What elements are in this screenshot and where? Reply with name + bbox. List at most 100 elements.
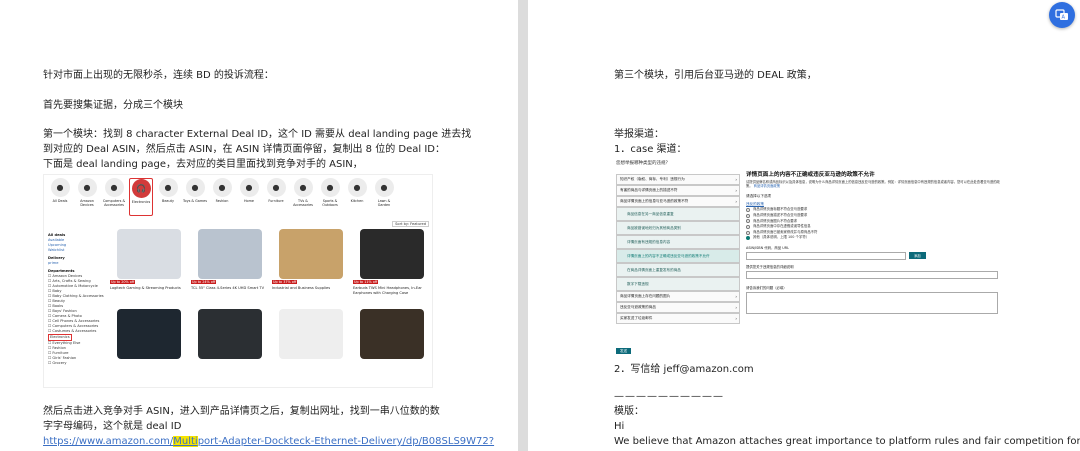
radio-button[interactable] bbox=[746, 230, 750, 235]
policy-section-header: 违反的政策 bbox=[746, 202, 764, 207]
paragraph-module1-step2-line1: 然后点击进入竞争对手 ASIN，进入到产品详情页之后，复制出网址，找到一串八位数… bbox=[43, 406, 440, 417]
product-card[interactable]: Up to 24% off TCL 55" Class 4-Series 4K U… bbox=[191, 229, 268, 305]
category-item[interactable]: ● All Deals bbox=[48, 178, 72, 216]
product-image bbox=[278, 309, 343, 359]
product-card[interactable] bbox=[353, 309, 430, 385]
svg-text:A: A bbox=[1062, 15, 1066, 21]
category-label: Amazon Devices bbox=[80, 199, 94, 207]
category-icon: ● bbox=[239, 178, 259, 197]
template-label: 模版： bbox=[614, 406, 644, 417]
category-item[interactable]: ● Fashion bbox=[210, 178, 234, 216]
issue-field-label: 请告诉我们的问题（必填） bbox=[746, 285, 787, 290]
deal-badge: Up to 11% off bbox=[353, 280, 379, 284]
translate-button[interactable]: A bbox=[1049, 2, 1075, 28]
radio-button[interactable] bbox=[746, 219, 750, 224]
paragraph-evidence: 首先要搜集证据，分成三个模块 bbox=[43, 100, 183, 111]
product-image bbox=[197, 309, 262, 359]
product-card[interactable] bbox=[191, 309, 268, 385]
radio-button[interactable] bbox=[746, 224, 750, 229]
deal-badge: Up to 37% off bbox=[272, 280, 298, 284]
product-card[interactable]: Up to 20% off Logitech Gaming & Streaming… bbox=[110, 229, 187, 305]
category-label: Sports & Outdoors bbox=[322, 199, 338, 207]
radio-button[interactable] bbox=[746, 213, 750, 218]
category-label: Fashion bbox=[215, 199, 229, 203]
violation-menu-item[interactable]: 违反亚马逊政策的商品 › bbox=[616, 302, 740, 313]
filter-item[interactable]: ☐ Grocery bbox=[48, 361, 106, 366]
filter-sidebar: All deals Available Upcoming Watchlist Del… bbox=[48, 233, 106, 366]
asin-field-label: ASIN/ISBN 代码，商品 URL bbox=[746, 245, 790, 250]
category-item[interactable]: ● Beauty bbox=[156, 178, 180, 216]
category-icon: ● bbox=[104, 178, 124, 197]
product-title: Logitech Gaming & Streaming Products bbox=[110, 286, 181, 290]
paragraph-email-channel: 2．写信给 jeff@amazon.com bbox=[614, 364, 754, 375]
category-item[interactable]: ● TVs & Accessories bbox=[291, 178, 315, 216]
product-image bbox=[278, 229, 343, 279]
policy-radio-option[interactable]: 其他（具体说明，上限 100 个字符） bbox=[746, 235, 1006, 241]
category-icon: ● bbox=[212, 178, 232, 197]
product-image bbox=[116, 309, 181, 359]
category-label: Home bbox=[243, 199, 254, 203]
category-label: All Deals bbox=[52, 199, 68, 203]
radio-button[interactable] bbox=[746, 236, 750, 241]
radio-label: 其他（具体说明，上限 100 个字符） bbox=[753, 235, 810, 240]
chevron-right-icon: › bbox=[735, 188, 737, 193]
violation-menu-item[interactable]: 详情页面上的内容不正确或违反亚马逊的政策不允许 bbox=[616, 249, 740, 263]
product-card[interactable] bbox=[272, 309, 349, 385]
filter-electronics-selected: Electronics bbox=[48, 334, 72, 341]
document-page-left: 针对市面上出现的无限秒杀，连续 BD 的投诉流程： 首先要搜集证据，分成三个模块… bbox=[0, 0, 518, 451]
issue-textarea[interactable] bbox=[746, 291, 998, 314]
category-label: Lawn & Garden bbox=[377, 199, 391, 207]
violation-menu-item[interactable]: 详情页面有违规的信息内容 bbox=[616, 235, 740, 249]
category-icon: ● bbox=[266, 178, 286, 197]
product-card[interactable]: Up to 11% off Earbuds TWS Mini Headphones… bbox=[353, 229, 430, 305]
page-gutter bbox=[518, 0, 528, 451]
product-title: Industrial and Business Supplies bbox=[272, 286, 331, 290]
chevron-right-icon: › bbox=[735, 305, 737, 310]
category-icon: ● bbox=[320, 178, 340, 197]
category-icon: ● bbox=[374, 178, 394, 197]
divider-line: —————————— bbox=[614, 391, 724, 402]
category-icon: ● bbox=[185, 178, 205, 197]
category-item[interactable]: ● Lawn & Garden bbox=[372, 178, 396, 216]
product-card[interactable] bbox=[110, 309, 187, 385]
category-label: Toys & Games bbox=[183, 199, 208, 203]
template-body: We believe that Amazon attaches great im… bbox=[614, 436, 1080, 447]
radio-button[interactable] bbox=[746, 208, 750, 213]
add-asin-button[interactable]: 添加 bbox=[909, 252, 926, 260]
product-image bbox=[197, 229, 262, 279]
violation-menu-item[interactable]: 在商品详情页面上重复发布的商品 bbox=[616, 263, 740, 277]
violation-menu-item[interactable]: 知识产权（版权、商标、专利）违规行为 › bbox=[616, 174, 740, 185]
product-title: Earbuds TWS Mini Headphones, In-Ear Earp… bbox=[353, 286, 422, 295]
product-card[interactable]: Up to 37% off Industrial and Business Sup… bbox=[272, 229, 349, 305]
category-item[interactable]: ● Furniture bbox=[264, 178, 288, 216]
category-item[interactable]: ● Kitchen bbox=[345, 178, 369, 216]
submit-button[interactable]: 发送 bbox=[616, 348, 631, 354]
violation-menu-item[interactable]: 商品被错误地划归为其他商品类别 bbox=[616, 221, 740, 235]
product-image bbox=[116, 229, 181, 279]
category-label: Furniture bbox=[268, 199, 284, 203]
category-item[interactable]: ● Computers & Accessories bbox=[102, 178, 126, 216]
asin-input[interactable] bbox=[746, 251, 906, 260]
form-question: 您想举报哪种类型的违规？ bbox=[616, 161, 670, 166]
violation-menu-item[interactable]: 有害的商品与详情页面上的描述不符 › bbox=[616, 185, 740, 196]
explanation-input[interactable] bbox=[746, 270, 998, 279]
paragraph-module1-step2-line2: 字字母编码，这个就是 deal ID bbox=[43, 421, 182, 432]
violation-menu-item[interactable]: 商品信息在另一商品信息重复 bbox=[616, 207, 740, 221]
violation-menu-item[interactable]: 数字下载违规 bbox=[616, 277, 740, 291]
policy-radio-group: 商品详情页面标题不符合亚马逊要求 商品详情页面描述不符合亚马逊要求 商品详情页面图片… bbox=[746, 207, 1006, 241]
category-item[interactable]: ● Sports & Outdoors bbox=[318, 178, 342, 216]
amazon-product-link[interactable]: https://www.amazon.com/Multiport-Adapter… bbox=[43, 434, 494, 450]
violation-menu-item[interactable]: 商品详情页面上的信息与亚马逊的政策不符 › bbox=[616, 196, 740, 207]
category-item[interactable]: ● Toys & Games bbox=[183, 178, 207, 216]
violation-menu-item[interactable]: 买家发送了垃圾邮件 › bbox=[616, 313, 740, 324]
category-icon: ● bbox=[293, 178, 313, 197]
category-item[interactable]: ● Amazon Devices bbox=[75, 178, 99, 216]
chevron-right-icon: › bbox=[735, 177, 737, 182]
category-icon: ● bbox=[50, 178, 70, 197]
filter-item[interactable]: Watchlist bbox=[48, 248, 106, 253]
violation-menu-item[interactable]: 商品详情页面上存在问题的图片 › bbox=[616, 291, 740, 302]
violation-detail: 详情页面上的内容不正确或违反亚马逊的政策不允许 请提供品牌名称或商品标识以及具体… bbox=[746, 170, 1006, 314]
category-item[interactable]: 🎧 Electronics bbox=[129, 178, 153, 216]
category-item[interactable]: ● Home bbox=[237, 178, 261, 216]
filter-prime: prime bbox=[48, 261, 59, 265]
